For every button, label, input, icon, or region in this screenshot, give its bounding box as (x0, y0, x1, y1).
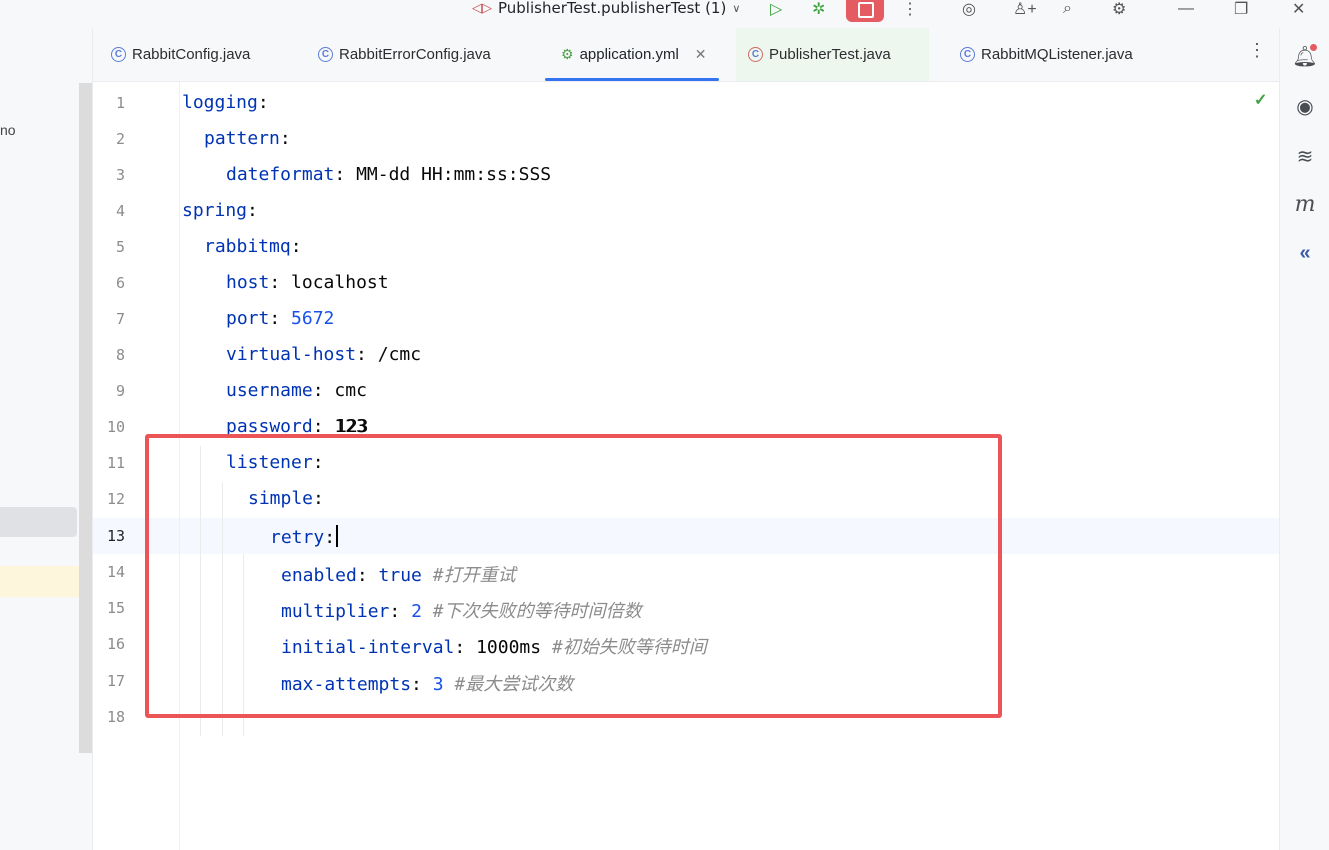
line-number: 12 (106, 490, 125, 508)
code-line: 5 rabbitmq: (93, 228, 1279, 264)
line-number: 3 (115, 166, 125, 184)
close-tab-icon[interactable]: ✕ (695, 46, 707, 63)
line-number: 18 (106, 708, 125, 726)
class-icon: C (960, 47, 975, 62)
tab-rabbitconfig[interactable]: C RabbitConfig.java (111, 28, 250, 81)
minimize-icon[interactable]: — (1178, 0, 1194, 18)
tab-rabbitmqlistener[interactable]: C RabbitMQListener.java (960, 28, 1133, 81)
chevron-down-icon: ∨ (732, 1, 741, 15)
yaml-value: MM-dd HH:mm:ss:SSS (356, 164, 552, 185)
code-line: 9 username: cmc (93, 372, 1279, 408)
settings-icon[interactable]: ⚙ (1112, 0, 1126, 18)
line-number: 6 (115, 274, 125, 292)
line-number: 17 (106, 672, 125, 690)
yaml-separator: : (269, 308, 292, 329)
close-icon[interactable]: ✕ (1292, 0, 1305, 18)
selected-project-row[interactable] (0, 507, 77, 537)
class-icon: C (111, 47, 126, 62)
yaml-value: 5672 (291, 308, 335, 329)
tab-label: PublisherTest.java (769, 46, 891, 63)
title-bar: ◁▷ PublisherTest.publisherTest (1) ∨ ▷ ✲… (0, 0, 1329, 28)
line-number: 14 (106, 563, 125, 581)
spiral-icon[interactable]: ◎ (962, 0, 976, 18)
line-number: 15 (106, 599, 125, 617)
line-number: 11 (106, 454, 125, 472)
restore-icon[interactable]: ❐ (1234, 0, 1248, 18)
yaml-key: rabbitmq (204, 236, 291, 257)
yaml-icon: ⚙ (561, 46, 574, 62)
yaml-value: localhost (291, 272, 389, 293)
project-scrollbar[interactable] (79, 83, 92, 753)
yaml-separator: : (279, 128, 291, 149)
database-icon[interactable]: ≋ (1280, 144, 1329, 169)
yaml-key: pattern (204, 128, 280, 149)
line-number: 13 (106, 527, 125, 545)
yaml-separator: : (269, 272, 292, 293)
yaml-value: cmc (334, 380, 367, 401)
line-number: 9 (115, 382, 125, 400)
run-icon[interactable]: ▷ (770, 0, 782, 18)
line-number: 1 (115, 94, 125, 112)
yaml-separator: : (334, 164, 357, 185)
debug-icon[interactable]: ✲ (812, 0, 825, 18)
test-class-icon: C (748, 47, 763, 62)
code-line: 3 dateformat: MM-dd HH:mm:ss:SSS (93, 156, 1279, 192)
run-configuration-selector[interactable]: ◁▷ PublisherTest.publisherTest (1) ∨ (472, 0, 741, 17)
line-number: 10 (106, 418, 125, 436)
yaml-key: username (226, 380, 313, 401)
tab-overflow-icon[interactable]: ⋮ (1248, 40, 1266, 61)
tab-publishertest[interactable]: C PublisherTest.java (736, 28, 929, 81)
run-configuration-label: PublisherTest.publisherTest (1) (498, 0, 727, 17)
yaml-key: port (226, 308, 270, 329)
yaml-value: /cmc (377, 344, 422, 365)
yaml-key: logging (182, 92, 258, 113)
code-line: 6 host: localhost (93, 264, 1279, 300)
yaml-separator: : (247, 200, 258, 221)
collapse-icon[interactable]: « (1280, 242, 1329, 265)
stop-button[interactable] (846, 0, 884, 22)
code-line: 8 virtual-host: /cmc (93, 336, 1279, 372)
inspection-ok-icon[interactable]: ✓ (1254, 90, 1267, 110)
add-user-icon[interactable]: ♙+ (1013, 0, 1037, 18)
class-icon: C (318, 47, 333, 62)
ai-assistant-icon[interactable]: ◉ (1280, 94, 1329, 119)
yaml-key: spring (182, 200, 248, 221)
tab-label: RabbitMQListener.java (981, 46, 1133, 63)
line-number: 5 (115, 238, 125, 256)
maven-icon[interactable]: m (1280, 192, 1329, 217)
tab-label: RabbitErrorConfig.java (339, 46, 491, 63)
line-number: 16 (106, 635, 125, 653)
project-item-fragment[interactable]: no (0, 122, 16, 138)
search-icon[interactable]: ⌕ (1063, 0, 1072, 18)
project-panel: no (0, 28, 93, 850)
annotation-highlight-box (145, 434, 1002, 718)
code-line: 4 spring: (93, 192, 1279, 228)
line-number: 4 (115, 202, 125, 220)
yaml-key: host (226, 272, 270, 293)
tab-label: RabbitConfig.java (132, 46, 251, 63)
line-number: 8 (115, 346, 125, 364)
more-icon[interactable]: ⋮ (902, 0, 918, 18)
tab-rabbiterrorconfig[interactable]: C RabbitErrorConfig.java (318, 28, 491, 81)
test-config-icon: ◁▷ (472, 0, 492, 16)
line-number: 2 (115, 130, 125, 148)
yaml-separator: : (356, 344, 378, 365)
notifications-icon[interactable]: 🔔︎ (1280, 44, 1329, 69)
tab-application-yml[interactable]: ⚙ application.yml ✕ (545, 28, 719, 81)
tab-label: application.yml (579, 46, 679, 63)
yaml-separator: : (257, 92, 269, 113)
yaml-key: dateformat (226, 164, 335, 185)
code-line: 7 port: 5672 (93, 300, 1279, 336)
yaml-separator: : (312, 380, 335, 401)
code-line: 1 logging: (93, 84, 1279, 120)
right-tool-strip: 🔔︎ ◉ ≋ m « (1279, 28, 1329, 850)
yaml-separator: : (290, 236, 302, 257)
yaml-key: virtual-host (226, 344, 357, 365)
notification-badge (1310, 44, 1317, 51)
editor-tab-bar: C RabbitConfig.java C RabbitErrorConfig.… (93, 28, 1279, 82)
code-line: 2 pattern: (93, 120, 1279, 156)
line-number: 7 (115, 310, 125, 328)
